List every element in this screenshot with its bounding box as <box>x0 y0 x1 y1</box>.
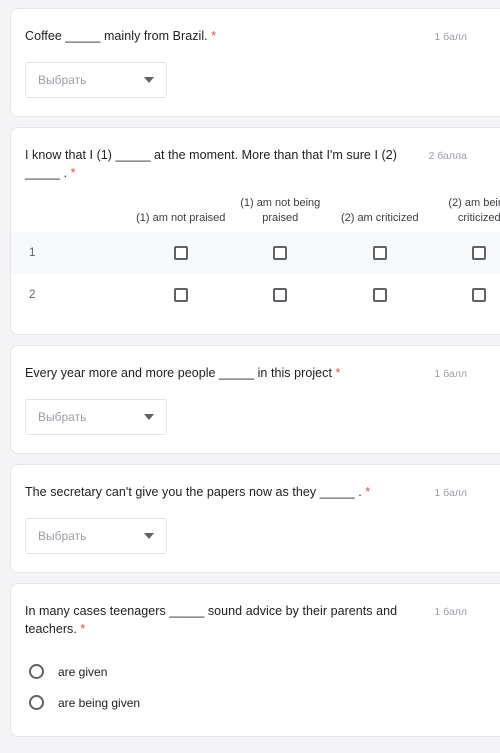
grid-column-header: (1) am not being praised <box>240 197 321 224</box>
question-title: In many cases teenagers _____ sound advi… <box>25 602 434 638</box>
grid-column-header: (2) am being criticized <box>448 197 500 224</box>
question-points: 2 балла <box>428 150 467 162</box>
grid-cell[interactable] <box>231 246 331 260</box>
required-asterisk: * <box>365 485 371 499</box>
checkbox[interactable] <box>273 288 288 302</box>
question-header: I know that I (1) _____ at the moment. M… <box>11 146 500 182</box>
checkbox[interactable] <box>173 288 188 302</box>
question-title: I know that I (1) _____ at the moment. M… <box>25 146 429 182</box>
grid-row-label: 2 <box>29 289 36 301</box>
question-text: Coffee _____ mainly from Brazil. <box>25 29 208 43</box>
question-card-2: I know that I (1) _____ at the moment. M… <box>10 127 500 335</box>
question-points: 1 балл <box>434 487 467 499</box>
question-points: 1 балл <box>434 31 467 43</box>
question-card-4: The secretary can't give you the papers … <box>10 464 500 573</box>
dropdown-select-4[interactable]: Выбрать <box>25 518 167 554</box>
question-card-3: Every year more and more people _____ in… <box>10 345 500 454</box>
required-asterisk: * <box>335 366 341 380</box>
dropdown-placeholder: Выбрать <box>38 529 87 543</box>
question-header: In many cases teenagers _____ sound advi… <box>11 602 500 638</box>
radio-option-label: are given <box>58 664 108 679</box>
grid-row: 2 <box>11 274 500 316</box>
question-card-1: Coffee _____ mainly from Brazil. * 1 бал… <box>10 8 500 117</box>
checkbox[interactable] <box>372 246 387 260</box>
chevron-down-icon <box>144 77 154 83</box>
question-header: The secretary can't give you the papers … <box>11 483 500 502</box>
required-asterisk: * <box>80 622 86 636</box>
question-header: Coffee _____ mainly from Brazil. * 1 бал… <box>11 27 500 46</box>
chevron-down-icon <box>144 533 154 539</box>
grid-cell[interactable] <box>430 246 500 260</box>
question-card-5: In many cases teenagers _____ sound advi… <box>10 583 500 737</box>
grid-cell[interactable] <box>330 246 430 260</box>
radio-option[interactable]: are given <box>11 656 500 687</box>
grid-column-header: (2) am criticized <box>340 212 419 224</box>
checkbox[interactable] <box>472 288 487 302</box>
checkbox-grid-header: (1) am not praised (1) am not being prai… <box>11 196 500 232</box>
question-header: Every year more and more people _____ in… <box>11 364 500 383</box>
grid-row: 1 <box>11 232 500 274</box>
grid-cell[interactable] <box>231 288 331 302</box>
grid-cell[interactable] <box>330 288 430 302</box>
question-points: 1 балл <box>434 606 467 618</box>
question-text: I know that I (1) _____ at the moment. M… <box>25 148 397 180</box>
checkbox[interactable] <box>372 288 387 302</box>
question-points: 1 балл <box>434 368 467 380</box>
radio-option-label: are being given <box>58 695 141 710</box>
dropdown-placeholder: Выбрать <box>38 73 87 87</box>
dropdown-select-3[interactable]: Выбрать <box>25 399 167 435</box>
radio-option[interactable]: are being given <box>11 687 500 718</box>
dropdown-placeholder: Выбрать <box>38 410 87 424</box>
checkbox[interactable] <box>472 246 487 260</box>
checkbox-grid: (1) am not praised (1) am not being prai… <box>11 196 500 316</box>
question-title: Coffee _____ mainly from Brazil. * <box>25 27 434 45</box>
chevron-down-icon <box>144 414 154 420</box>
grid-column-header: (1) am not praised <box>136 212 226 224</box>
grid-cell[interactable] <box>131 246 231 260</box>
question-title: The secretary can't give you the papers … <box>25 483 434 501</box>
checkbox[interactable] <box>173 246 188 260</box>
question-text: Every year more and more people _____ in… <box>25 366 332 380</box>
question-title: Every year more and more people _____ in… <box>25 364 434 382</box>
form-question-list: Coffee _____ mainly from Brazil. * 1 бал… <box>0 0 500 753</box>
required-asterisk: * <box>70 166 76 180</box>
checkbox[interactable] <box>273 246 288 260</box>
radio-circle-icon[interactable] <box>29 695 44 710</box>
radio-circle-icon[interactable] <box>29 664 44 679</box>
grid-row-label: 1 <box>29 247 36 259</box>
question-text: The secretary can't give you the papers … <box>25 485 362 499</box>
dropdown-select-1[interactable]: Выбрать <box>25 62 167 98</box>
grid-cell[interactable] <box>131 288 231 302</box>
required-asterisk: * <box>211 29 217 43</box>
grid-cell[interactable] <box>430 288 500 302</box>
radio-option-list: are given are being given <box>11 656 500 718</box>
